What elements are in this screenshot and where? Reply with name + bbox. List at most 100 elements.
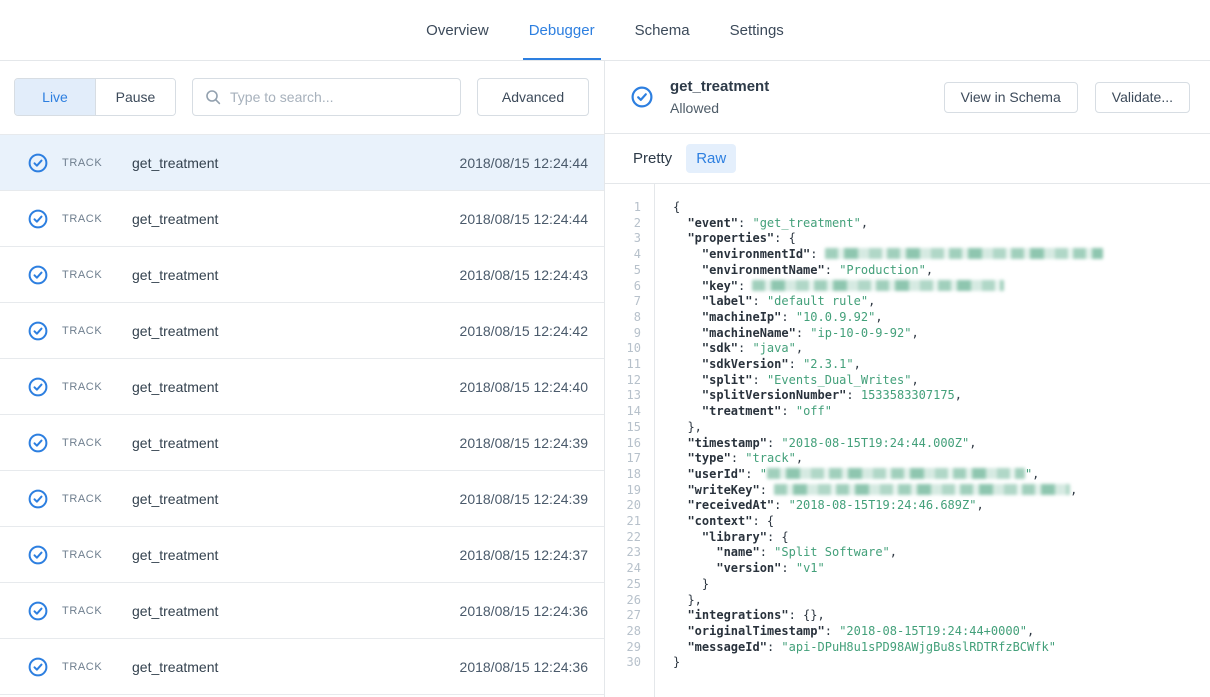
event-row[interactable]: TRACKget_treatment2018/08/15 12:24:42	[0, 303, 604, 359]
json-code: { "event": "get_treatment", "properties"…	[655, 184, 1210, 697]
event-type-label: TRACK	[62, 437, 132, 449]
event-type-label: TRACK	[62, 269, 132, 281]
event-row[interactable]: TRACKget_treatment2018/08/15 12:24:36	[0, 583, 604, 639]
event-status-check-icon	[28, 321, 48, 341]
code-line: "machineName": "ip-10-0-9-92",	[673, 326, 1210, 342]
line-number-gutter: 1234567891011121314151617181920212223242…	[605, 184, 655, 697]
event-timestamp: 2018/08/15 12:24:40	[460, 379, 588, 395]
line-number: 9	[605, 326, 641, 342]
line-number: 25	[605, 577, 641, 593]
line-number: 26	[605, 593, 641, 609]
event-row[interactable]: TRACKget_treatment2018/08/15 12:24:37	[0, 527, 604, 583]
event-status-check-icon	[28, 209, 48, 229]
view-in-schema-button[interactable]: View in Schema	[944, 82, 1078, 113]
payload-view-tabs: Pretty Raw	[605, 134, 1210, 184]
code-line: "environmentId":	[673, 247, 1210, 263]
event-row[interactable]: TRACKget_treatment2018/08/15 12:24:44	[0, 135, 604, 191]
code-line: "label": "default rule",	[673, 294, 1210, 310]
event-row[interactable]: TRACKget_treatment2018/08/15 12:24:36	[0, 639, 604, 695]
code-line: "event": "get_treatment",	[673, 216, 1210, 232]
event-status-check-icon	[28, 489, 48, 509]
event-row[interactable]: TRACKget_treatment2018/08/15 12:24:40	[0, 359, 604, 415]
code-line: }	[673, 655, 1210, 671]
event-detail-panel: get_treatment Allowed View in Schema Val…	[605, 61, 1210, 697]
event-type-label: TRACK	[62, 661, 132, 673]
line-number: 20	[605, 498, 641, 514]
code-line: },	[673, 420, 1210, 436]
code-line: "treatment": "off"	[673, 404, 1210, 420]
line-number: 2	[605, 216, 641, 232]
code-line: "properties": {	[673, 231, 1210, 247]
event-row[interactable]: TRACKget_treatment 2018/08/15 12:24:44	[0, 191, 604, 247]
line-number: 30	[605, 655, 641, 671]
event-status-check-icon	[28, 545, 48, 565]
search-icon	[205, 89, 221, 105]
line-number: 13	[605, 388, 641, 404]
line-number: 7	[605, 294, 641, 310]
event-type-label: TRACK	[62, 493, 132, 505]
code-line: "machineIp": "10.0.9.92",	[673, 310, 1210, 326]
event-timestamp: 2018/08/15 12:24:44	[460, 211, 588, 227]
event-name: get_treatment	[132, 155, 218, 171]
code-line: "messageId": "api-DPuH8u1sPD98AWjgBu8slR…	[673, 640, 1210, 656]
event-type-label: TRACK	[62, 605, 132, 617]
code-line: {	[673, 200, 1210, 216]
advanced-button[interactable]: Advanced	[477, 78, 589, 116]
event-row[interactable]: TRACKget_treatment2018/08/15 12:24:39	[0, 415, 604, 471]
tab-schema[interactable]: Schema	[635, 0, 690, 60]
line-number: 23	[605, 545, 641, 561]
event-status-check-icon	[28, 377, 48, 397]
tab-overview[interactable]: Overview	[426, 0, 489, 60]
event-timestamp: 2018/08/15 12:24:36	[460, 659, 588, 675]
line-number: 22	[605, 530, 641, 546]
line-number: 24	[605, 561, 641, 577]
event-row[interactable]: TRACKget_treatment2018/08/15 12:24:43	[0, 247, 604, 303]
tab-settings[interactable]: Settings	[730, 0, 784, 60]
event-status-check-icon	[28, 265, 48, 285]
main-split: Live Pause Advanced TRACKget_treatment20…	[0, 61, 1210, 697]
line-number: 1	[605, 200, 641, 216]
event-type-label: TRACK	[62, 157, 132, 169]
redacted-value	[752, 280, 1004, 291]
code-line: },	[673, 593, 1210, 609]
event-name: get_treatment	[132, 547, 218, 563]
line-number: 14	[605, 404, 641, 420]
validate-button[interactable]: Validate...	[1095, 82, 1190, 113]
pause-button[interactable]: Pause	[95, 79, 175, 115]
event-type-label: TRACK	[62, 213, 132, 225]
raw-json-viewer[interactable]: 1234567891011121314151617181920212223242…	[605, 184, 1210, 697]
event-detail-title: get_treatment	[670, 77, 769, 97]
line-number: 17	[605, 451, 641, 467]
event-timestamp: 2018/08/15 12:24:43	[460, 267, 588, 283]
event-name: get_treatment	[132, 211, 218, 227]
line-number: 21	[605, 514, 641, 530]
search-input[interactable]	[230, 89, 448, 105]
code-line: "sdkVersion": "2.3.1",	[673, 357, 1210, 373]
line-number: 29	[605, 640, 641, 656]
line-number: 3	[605, 231, 641, 247]
detail-actions: View in Schema Validate...	[944, 82, 1190, 113]
event-row[interactable]: TRACKget_treatment2018/08/15 12:24:39	[0, 471, 604, 527]
line-number: 18	[605, 467, 641, 483]
tab-debugger[interactable]: Debugger	[529, 0, 595, 60]
event-status-check-icon	[28, 657, 48, 677]
tab-raw[interactable]: Raw	[686, 144, 736, 173]
code-line: }	[673, 577, 1210, 593]
event-name: get_treatment	[132, 323, 218, 339]
redacted-value	[825, 248, 1103, 259]
line-number: 28	[605, 624, 641, 640]
code-line: "writeKey": ,	[673, 483, 1210, 499]
event-timestamp: 2018/08/15 12:24:39	[460, 491, 588, 507]
tab-pretty[interactable]: Pretty	[623, 144, 682, 173]
line-number: 15	[605, 420, 641, 436]
live-button[interactable]: Live	[15, 79, 95, 115]
code-line: "library": {	[673, 530, 1210, 546]
live-pause-toggle: Live Pause	[14, 78, 176, 116]
search-box[interactable]	[192, 78, 461, 116]
line-number: 11	[605, 357, 641, 373]
event-timestamp: 2018/08/15 12:24:39	[460, 435, 588, 451]
line-number: 19	[605, 483, 641, 499]
event-type-label: TRACK	[62, 549, 132, 561]
event-status-check-icon	[28, 153, 48, 173]
line-number: 8	[605, 310, 641, 326]
